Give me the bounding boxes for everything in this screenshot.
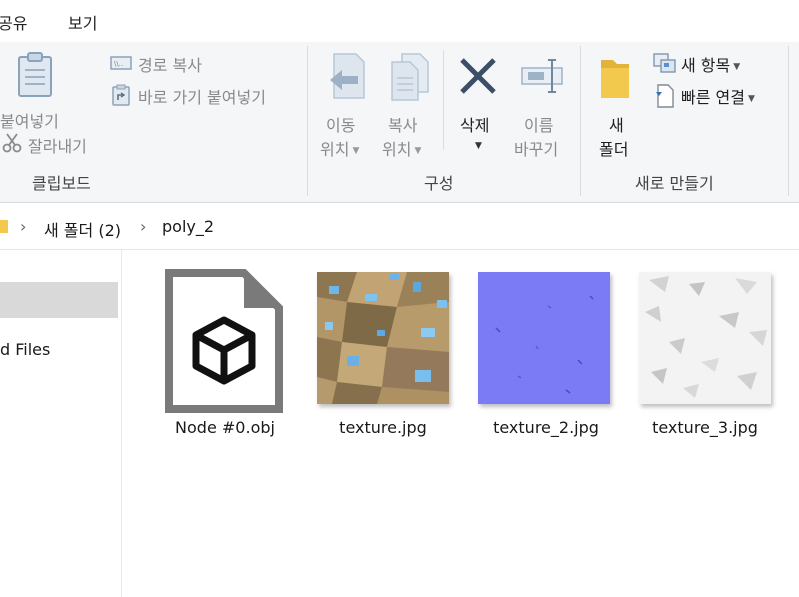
clipboard-group-label: 클립보드 xyxy=(32,174,91,193)
paste-label: 붙여넣기 xyxy=(0,112,59,131)
ribbon-separator xyxy=(788,46,789,196)
rename-label-line2: 바꾸기 xyxy=(514,140,559,159)
copy-to-label-line2: 위치 ▼ xyxy=(382,140,422,159)
folder-icon xyxy=(0,220,8,233)
cut-button[interactable]: 잘라내기 xyxy=(0,130,104,156)
dropdown-caret-icon: ▼ xyxy=(733,62,741,72)
easy-access-button[interactable]: 빠른 연결 ▼ xyxy=(651,82,781,108)
move-to-icon xyxy=(330,53,365,99)
move-to-button[interactable]: 이동 위치 ▼ xyxy=(316,50,378,159)
new-item-label: 새 항목 ▼ xyxy=(681,56,741,75)
copy-path-label: 경로 복사 xyxy=(138,56,202,75)
breadcrumb-chevron-icon[interactable]: › xyxy=(140,217,146,236)
texture-thumbnail xyxy=(317,272,449,404)
new-folder-label-line1: 새 xyxy=(609,116,624,135)
paste-shortcut-icon xyxy=(112,84,130,106)
rename-icon xyxy=(521,59,563,93)
paste-button[interactable]: 붙여넣기 xyxy=(0,50,88,131)
height-map-thumbnail xyxy=(639,272,771,404)
paste-shortcut-button[interactable]: 바로 가기 붙여넣기 xyxy=(108,82,304,108)
scissors-icon xyxy=(2,133,22,153)
breadcrumb-folder[interactable]: 새 폴더 (2) xyxy=(44,217,121,241)
copy-to-icon xyxy=(391,53,429,101)
breadcrumb-chevron-icon[interactable]: › xyxy=(20,217,26,236)
tab-view[interactable]: 보기 xyxy=(68,10,97,34)
delete-x-icon xyxy=(460,58,496,94)
new-group-label: 새로 만들기 xyxy=(635,174,714,193)
copy-path-button[interactable]: \\.. 경로 복사 xyxy=(108,50,238,76)
clipboard-icon xyxy=(18,52,52,97)
rename-label-line1: 이름 xyxy=(524,116,554,135)
copy-to-button[interactable]: 복사 위치 ▼ xyxy=(378,50,440,159)
dropdown-caret-icon: ▼ xyxy=(747,94,755,104)
navigation-pane: d Files xyxy=(0,250,122,597)
nav-item-selected[interactable] xyxy=(0,282,118,318)
ribbon: 붙여넣기 잘라내기 \\.. 경로 복사 바로 가기 붙여넣기 클립보드 이동 … xyxy=(0,42,799,203)
easy-access-label: 빠른 연결 ▼ xyxy=(681,88,755,107)
ribbon-separator xyxy=(443,50,444,150)
delete-button[interactable]: 삭제 ▼ xyxy=(450,50,506,156)
file-name: Node #0.obj xyxy=(175,418,275,437)
tab-share[interactable]: 공유 xyxy=(0,10,27,34)
menu-bar: 공유 보기 xyxy=(0,0,799,42)
nav-item[interactable]: d Files xyxy=(0,340,50,359)
cut-label: 잘라내기 xyxy=(28,137,87,156)
dropdown-caret-icon: ▼ xyxy=(475,141,482,151)
organize-group: 이동 위치 ▼ 복사 위치 ▼ 삭제 ▼ 이름 바꾸기 구성 xyxy=(308,42,580,202)
organize-group-label: 구성 xyxy=(424,174,454,193)
file-name: texture_3.jpg xyxy=(652,418,758,437)
move-to-label-line2: 위치 ▼ xyxy=(320,140,360,159)
dropdown-caret-icon: ▼ xyxy=(414,146,422,156)
new-folder-button[interactable]: 새 폴더 xyxy=(593,50,641,159)
move-to-label-line1: 이동 xyxy=(326,116,356,135)
copy-path-icon: \\.. xyxy=(110,56,132,70)
folder-icon xyxy=(601,60,629,98)
file-name: texture_2.jpg xyxy=(493,418,599,437)
new-item-button[interactable]: 새 항목 ▼ xyxy=(651,50,771,76)
clipboard-group: 붙여넣기 잘라내기 \\.. 경로 복사 바로 가기 붙여넣기 클립보드 xyxy=(0,42,306,202)
breadcrumb-subfolder[interactable]: poly_2 xyxy=(162,217,214,236)
address-bar[interactable]: › 새 폴더 (2) › poly_2 xyxy=(0,203,799,250)
dropdown-caret-icon: ▼ xyxy=(352,146,360,156)
copy-to-label-line1: 복사 xyxy=(388,116,418,135)
new-item-icon xyxy=(653,53,676,73)
svg-text:\\..: \\.. xyxy=(114,60,123,68)
paste-shortcut-label: 바로 가기 붙여넣기 xyxy=(138,88,266,107)
new-folder-label-line2: 폴더 xyxy=(599,140,629,159)
normal-map-thumbnail xyxy=(478,272,610,404)
new-group: 새 폴더 새 항목 ▼ 빠른 연결 ▼ 새로 만들기 xyxy=(581,42,787,202)
3d-object-file-icon xyxy=(165,269,283,413)
file-name: texture.jpg xyxy=(339,418,427,437)
easy-access-icon xyxy=(656,84,674,108)
rename-button[interactable]: 이름 바꾸기 xyxy=(510,50,578,159)
delete-label: 삭제 xyxy=(460,116,490,135)
